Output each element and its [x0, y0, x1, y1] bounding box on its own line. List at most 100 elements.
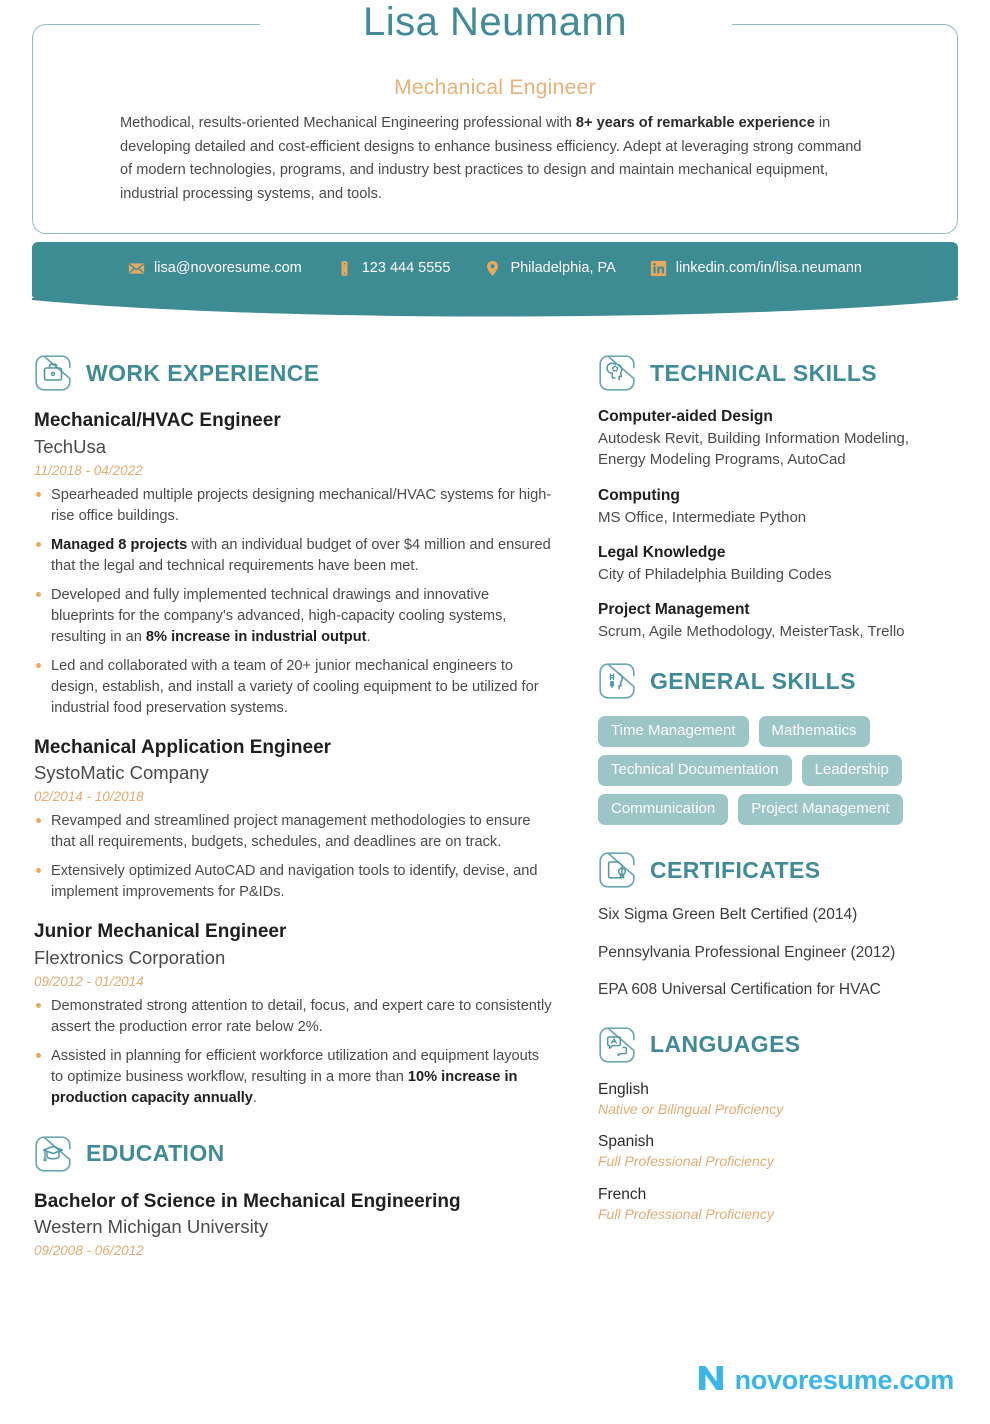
job-title: Mechanical Engineer: [394, 76, 596, 99]
contact-email-text: lisa@novoresume.com: [154, 260, 302, 276]
skill-group-value: City of Philadelphia Building Codes: [598, 565, 832, 583]
contact-linkedin[interactable]: linkedin.com/in/lisa.neumann: [650, 260, 862, 277]
entry-dates: 11/2018 - 04/2022: [34, 462, 143, 478]
linkedin-icon: [650, 260, 667, 277]
skill-group-name: Legal Knowledge: [598, 543, 726, 561]
translate-icon: [598, 1026, 636, 1064]
education-entry: Bachelor of Science in Mechanical Engine…: [34, 1189, 554, 1259]
section-education: EDUCATION Bachelor of Science in Mechani…: [34, 1135, 554, 1259]
skill-group-value: MS Office, Intermediate Python: [598, 508, 807, 526]
novoresume-n-icon: [696, 1363, 726, 1398]
envelope-icon: [128, 260, 145, 277]
general-skills-heading: GENERAL SKILLS: [598, 662, 958, 700]
summary-paragraph: Methodical, results-oriented Mechanical …: [120, 112, 870, 207]
footer-logo-text: novoresume.com: [734, 1365, 955, 1395]
phone-icon: [336, 260, 353, 277]
general-skills-title: GENERAL SKILLS: [650, 667, 856, 694]
section-work-experience: WORK EXPERIENCE Mechanical/HVAC Engineer…: [34, 354, 554, 1109]
skill-group: Computer-aided Design Autodesk Revit, Bu…: [598, 408, 958, 471]
page-title: Lisa Neumann: [363, 0, 627, 44]
skill-pill: Mathematics: [758, 716, 870, 748]
experience-entry: Mechanical/HVAC Engineer TechUsa 11/2018…: [34, 408, 554, 719]
bullet-bold: Managed 8 projects: [51, 536, 188, 553]
education-heading: EDUCATION: [34, 1135, 554, 1173]
contact-phone-text: 123 444 5555: [361, 260, 451, 276]
summary-text-1: Methodical, results-oriented Mechanical …: [120, 115, 576, 131]
contact-phone[interactable]: 123 444 5555: [336, 260, 451, 277]
education-degree: Bachelor of Science in Mechanical Engine…: [34, 1190, 461, 1212]
work-experience-title: WORK EXPERIENCE: [86, 359, 320, 386]
language-level: Full Professional Proficiency: [598, 1205, 774, 1222]
bullet-text-1: Led and collaborated with a team of 20+ …: [51, 657, 539, 716]
footer-logo[interactable]: novoresume.com: [696, 1363, 954, 1398]
entry-org: TechUsa: [34, 435, 106, 457]
entry-role: Mechanical Application Engineer: [34, 736, 332, 758]
skill-group-name: Project Management: [598, 601, 750, 619]
skill-group: Project Management Scrum, Agile Methodol…: [598, 601, 958, 642]
experience-entry: Junior Mechanical Engineer Flextronics C…: [34, 919, 554, 1109]
skill-pill: Leadership: [801, 755, 902, 787]
bullet-text-1: Extensively optimized AutoCAD and naviga…: [51, 863, 538, 901]
bullet-text-2: .: [252, 1089, 257, 1106]
language-name: Spanish: [598, 1133, 655, 1151]
technical-skills-heading: TECHNICAL SKILLS: [598, 354, 958, 392]
skill-pill: Technical Documentation: [598, 755, 792, 787]
bullet-text-1: Revamped and streamlined project managem…: [51, 813, 531, 851]
brain-gear-icon: [598, 662, 636, 700]
skill-group-name: Computer-aided Design: [598, 408, 773, 425]
skill-group: Legal Knowledge City of Philadelphia Bui…: [598, 544, 958, 585]
bullet-bold: 8% increase in industrial output: [145, 628, 367, 645]
entry-role: Mechanical/HVAC Engineer: [34, 410, 281, 431]
contact-email[interactable]: lisa@novoresume.com: [128, 260, 302, 277]
skill-group: Computing MS Office, Intermediate Python: [598, 487, 958, 528]
skills-head-icon: [598, 354, 636, 392]
languages-title: LANGUAGES: [650, 1031, 801, 1058]
certificate-item: Six Sigma Green Belt Certified (2014): [598, 906, 858, 924]
section-technical-skills: TECHNICAL SKILLS Computer-aided Design A…: [598, 354, 958, 642]
bullet-item: Assisted in planning for efficient workf…: [34, 1046, 554, 1109]
language-item: Spanish Full Professional Proficiency: [598, 1132, 958, 1170]
entry-org: Flextronics Corporation: [34, 946, 226, 968]
certificate-icon: [598, 851, 636, 889]
contact-location-text: Philadelphia, PA: [510, 260, 616, 276]
entry-dates: 09/2012 - 01/2014: [34, 973, 144, 989]
education-school: Western Michigan University: [34, 1216, 269, 1238]
right-column: TECHNICAL SKILLS Computer-aided Design A…: [598, 354, 958, 1284]
certificate-item: EPA 608 Universal Certification for HVAC: [598, 980, 881, 998]
bullet-item: Led and collaborated with a team of 20+ …: [34, 656, 554, 719]
bullet-item: Developed and fully implemented technica…: [34, 585, 554, 648]
briefcase-icon: [34, 354, 72, 392]
skill-group-value: Autodesk Revit, Building Information Mod…: [598, 430, 910, 469]
section-languages: LANGUAGES English Native or Bilingual Pr…: [598, 1026, 958, 1223]
certificate-item: Pennsylvania Professional Engineer (2012…: [598, 943, 896, 961]
language-level: Full Professional Proficiency: [598, 1153, 774, 1170]
entry-bullets: Spearheaded multiple projects designing …: [34, 485, 554, 719]
contact-location[interactable]: Philadelphia, PA: [484, 260, 616, 277]
certificates-title: CERTIFICATES: [650, 856, 821, 883]
work-experience-heading: WORK EXPERIENCE: [34, 354, 554, 392]
content-columns: WORK EXPERIENCE Mechanical/HVAC Engineer…: [0, 354, 990, 1284]
left-column: WORK EXPERIENCE Mechanical/HVAC Engineer…: [34, 354, 554, 1284]
contact-bar: lisa@novoresume.com 123 444 5555 Philade…: [32, 242, 958, 317]
graduation-cap-icon: [34, 1135, 72, 1173]
section-certificates: CERTIFICATES Six Sigma Green Belt Certif…: [598, 851, 958, 999]
skill-group-name: Computing: [598, 486, 680, 504]
language-name: English: [598, 1080, 649, 1098]
bullet-item: Revamped and streamlined project managem…: [34, 811, 554, 853]
bullet-text-1: Spearheaded multiple projects designing …: [51, 486, 552, 524]
skill-pill: Communication: [598, 794, 729, 826]
language-name: French: [598, 1185, 647, 1203]
entry-role: Junior Mechanical Engineer: [34, 921, 287, 943]
experience-entry: Mechanical Application Engineer SystoMat…: [34, 735, 554, 904]
header: Lisa Neumann Mechanical Engineer Methodi…: [32, 2, 958, 234]
map-pin-icon: [484, 260, 501, 277]
technical-skills-title: TECHNICAL SKILLS: [650, 359, 878, 386]
summary-highlight: 8+ years of remarkable experience: [575, 115, 815, 131]
entry-dates: 02/2014 - 10/2018: [34, 789, 144, 805]
bullet-item: Demonstrated strong attention to detail,…: [34, 996, 554, 1038]
education-dates: 09/2008 - 06/2012: [34, 1243, 144, 1259]
certificates-heading: CERTIFICATES: [598, 851, 958, 889]
language-level: Native or Bilingual Proficiency: [598, 1101, 784, 1118]
general-skills-pills: Time Management Mathematics Technical Do…: [598, 716, 958, 826]
bullet-item: Spearheaded multiple projects designing …: [34, 485, 554, 527]
